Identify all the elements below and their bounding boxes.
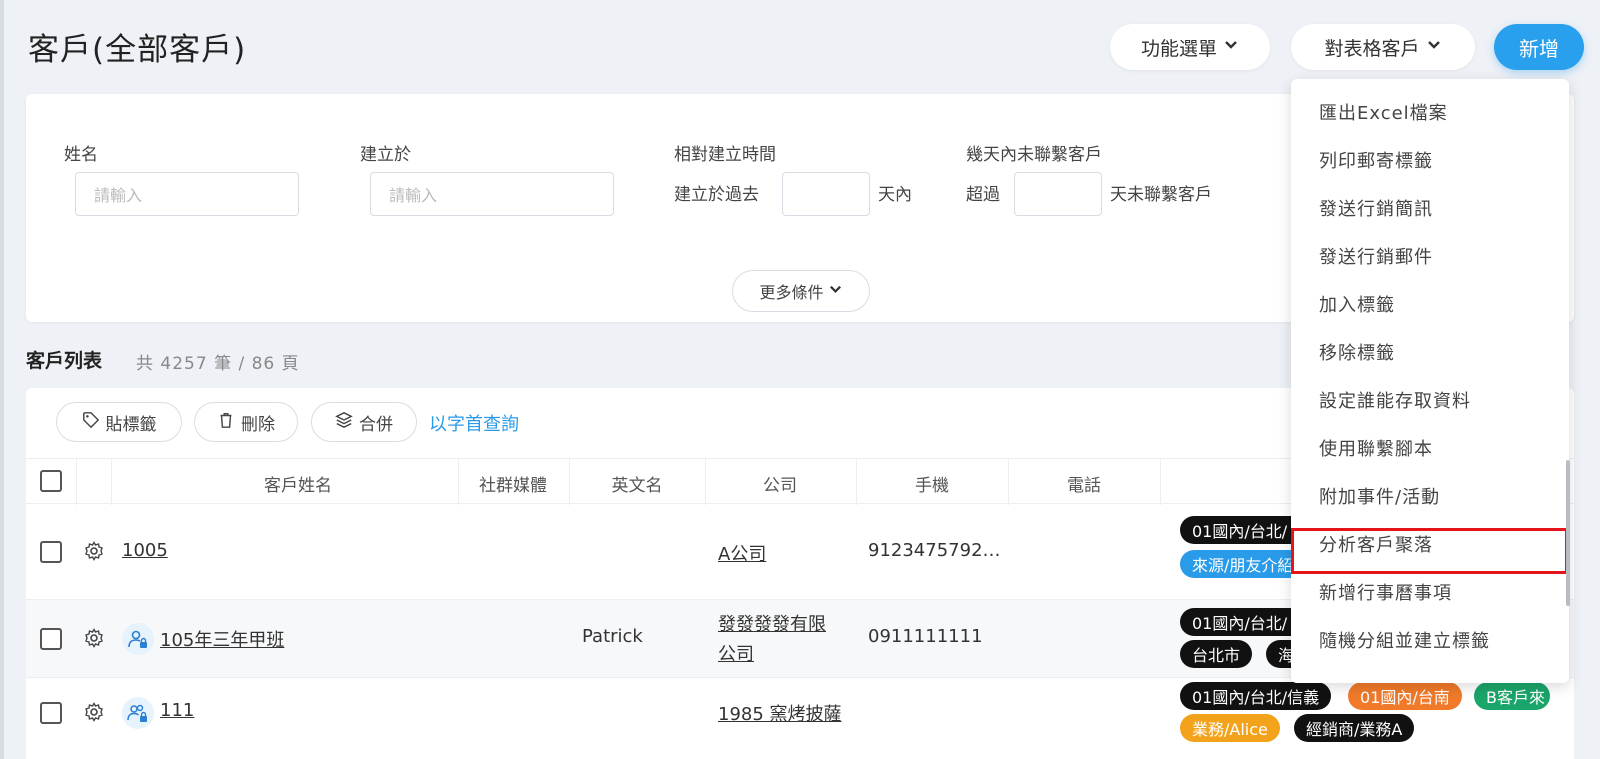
add-button[interactable]: 新增	[1494, 24, 1584, 70]
menu-item-print-labels[interactable]: 列印郵寄標籤	[1319, 147, 1433, 173]
list-title: 客戶列表	[26, 350, 103, 372]
english-name-value: Patrick	[582, 626, 643, 647]
chevron-down-icon	[1223, 36, 1239, 58]
window-edge	[0, 0, 4, 759]
column-header-social[interactable]: 社群媒體	[458, 471, 568, 496]
uncontacted-days-input[interactable]	[1014, 172, 1102, 216]
relative-time-prefix: 建立於過去	[674, 185, 759, 205]
layers-icon	[335, 411, 353, 434]
company-link[interactable]: 1985 窯烤披薩	[718, 700, 842, 726]
select-all-checkbox[interactable]	[40, 470, 62, 492]
function-menu-button[interactable]: 功能選單	[1110, 24, 1270, 70]
alpha-search-link[interactable]: 以字首查詢	[429, 410, 519, 436]
column-header-company[interactable]: 公司	[705, 471, 855, 496]
delete-button-label: 刪除	[241, 414, 275, 435]
relative-time-label: 相對建立時間	[674, 145, 776, 165]
company-link[interactable]: 發發發發有限	[718, 610, 826, 636]
scrollbar-thumb[interactable]	[1566, 460, 1570, 606]
customer-name-link[interactable]: 1005	[122, 540, 168, 561]
function-menu-label: 功能選單	[1140, 37, 1217, 60]
more-conditions-label: 更多條件	[759, 283, 824, 302]
name-filter-label: 姓名	[64, 145, 98, 165]
tag-icon	[82, 411, 100, 434]
tag-button[interactable]: 貼標籤	[56, 402, 182, 442]
menu-item-random-group[interactable]: 隨機分組並建立標籤	[1319, 627, 1490, 653]
menu-item-add-calendar[interactable]: 新增行事曆事項	[1319, 579, 1452, 605]
menu-item-export-excel[interactable]: 匯出Excel檔案	[1319, 99, 1448, 125]
tag-badge: 台北市	[1180, 640, 1253, 668]
row-checkbox[interactable]	[40, 541, 62, 563]
users-lock-icon	[122, 697, 154, 729]
column-header-phone[interactable]: 電話	[1008, 471, 1160, 496]
company-link-line2[interactable]: 公司	[718, 640, 754, 666]
tag-badge: 01國內/台南	[1348, 682, 1462, 710]
customers-page: 客戶(全部客戶) 功能選單 對表格客戶 新增 姓名 請輸入 建立於 請輸入 相對…	[0, 0, 1600, 759]
menu-item-add-tag[interactable]: 加入標籤	[1319, 291, 1395, 317]
mobile-value: 9123475792…	[868, 540, 1001, 561]
column-header-mobile[interactable]: 手機	[856, 471, 1008, 496]
column-header-english[interactable]: 英文名	[569, 471, 705, 496]
user-lock-icon	[122, 623, 154, 655]
record-count: 共 4257 筆 / 86 頁	[136, 354, 300, 374]
table-customers-menu-button[interactable]: 對表格客戶	[1291, 24, 1475, 70]
uncontacted-label: 幾天內未聯繫客戶	[966, 145, 1102, 165]
table-row[interactable]: 111 1985 窯烤披薩 01國內/台北/信義 01國內/台南 B客戶來 業務…	[26, 678, 1574, 759]
row-checkbox[interactable]	[40, 628, 62, 650]
gear-icon[interactable]	[84, 541, 104, 561]
menu-item-set-access[interactable]: 設定誰能存取資料	[1319, 387, 1471, 413]
menu-item-send-email[interactable]: 發送行銷郵件	[1319, 243, 1433, 269]
uncontacted-suffix: 天未聯繫客戶	[1110, 185, 1212, 205]
tag-button-label: 貼標籤	[105, 414, 157, 435]
tag-badge: 業務/Alice	[1180, 714, 1280, 742]
gear-icon[interactable]	[84, 702, 104, 722]
relative-time-suffix: 天內	[878, 185, 912, 205]
row-checkbox[interactable]	[40, 702, 62, 724]
gear-icon[interactable]	[84, 628, 104, 648]
customer-name-link[interactable]: 105年三年甲班	[160, 626, 284, 652]
more-conditions-button[interactable]: 更多條件	[732, 270, 870, 312]
relative-days-input[interactable]	[782, 172, 870, 216]
chevron-down-icon	[828, 282, 843, 301]
table-customers-menu-label: 對表格客戶	[1324, 37, 1420, 60]
merge-button-label: 合併	[359, 414, 393, 435]
company-link[interactable]: A公司	[718, 540, 766, 566]
merge-button[interactable]: 合併	[311, 402, 417, 442]
menu-item-send-sms[interactable]: 發送行銷簡訊	[1319, 195, 1433, 221]
menu-item-attach-event[interactable]: 附加事件/活動	[1319, 483, 1440, 509]
created-filter-input[interactable]: 請輸入	[370, 172, 614, 216]
delete-button[interactable]: 刪除	[194, 402, 298, 442]
chevron-down-icon	[1426, 36, 1442, 58]
mobile-value: 0911111111	[868, 626, 983, 647]
page-title: 客戶(全部客戶)	[28, 32, 247, 68]
customer-name-link[interactable]: 111	[160, 700, 194, 721]
name-filter-input[interactable]: 請輸入	[75, 172, 299, 216]
menu-item-remove-tag[interactable]: 移除標籤	[1319, 339, 1395, 365]
trash-icon	[217, 411, 235, 434]
table-customers-dropdown: 匯出Excel檔案 列印郵寄標籤 發送行銷簡訊 發送行銷郵件 加入標籤 移除標籤…	[1291, 79, 1569, 683]
menu-item-contact-script[interactable]: 使用聯繫腳本	[1319, 435, 1433, 461]
tag-badge: B客戶來	[1474, 682, 1550, 710]
column-header-name[interactable]: 客戶姓名	[112, 471, 484, 496]
tag-badge: 01國內/台北/信義	[1180, 682, 1332, 710]
highlight-box	[1291, 528, 1568, 574]
uncontacted-prefix: 超過	[966, 185, 1000, 205]
tag-badge: 經銷商/業務A	[1294, 714, 1415, 742]
created-filter-label: 建立於	[360, 145, 411, 165]
